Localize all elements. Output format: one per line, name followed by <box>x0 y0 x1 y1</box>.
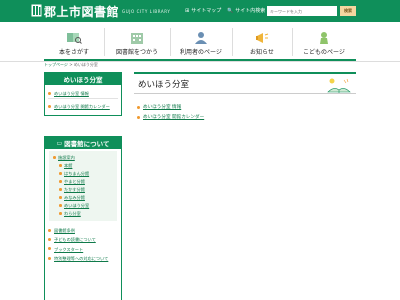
sidebar-link-branch-info[interactable]: めいほう分室 情報 <box>45 89 121 98</box>
bullet-icon <box>48 247 51 251</box>
bullet-icon <box>48 91 51 95</box>
bullet-icon <box>59 196 62 199</box>
sidebar-heading-about: ▭ 図書館について <box>45 137 121 149</box>
branch-link[interactable]: めいほう分室 <box>49 202 117 210</box>
branch-link[interactable]: わら分室 <box>49 210 117 218</box>
bullet-icon <box>48 238 51 242</box>
nav-item-user-page[interactable]: 利用者のページ <box>170 22 232 60</box>
branch-link[interactable]: やまと分館 <box>49 178 117 186</box>
bullet-icon <box>53 156 56 159</box>
nav-item-kids-page[interactable]: こどものページ <box>292 22 356 60</box>
sidebar-link-children-reading[interactable]: 子どもの読書について <box>45 235 121 244</box>
nav-item-use-library[interactable]: 図書館をつかう <box>104 22 170 60</box>
sidebar-heading: めいほう分室 <box>45 73 121 85</box>
book-search-icon <box>67 33 82 44</box>
bullet-icon <box>137 116 140 119</box>
nav-item-find-books[interactable]: 本をさがす <box>44 22 104 60</box>
branch-link[interactable]: はちまん分館 <box>49 170 117 178</box>
bullet-icon <box>59 180 62 183</box>
nav-accent-line <box>44 59 356 61</box>
site-search-label: 🔍 サイト内検索 <box>227 7 266 15</box>
main-nav: 本をさがす 図書館をつかう 利用者のページ お知らせ こどものページ <box>0 22 400 62</box>
search-input[interactable] <box>267 6 337 16</box>
reading-illustration-icon <box>327 78 351 93</box>
branch-link[interactable]: たかす分館 <box>49 186 117 194</box>
bullet-icon <box>59 172 62 175</box>
book-icon: ▭ <box>56 139 63 147</box>
bullet-icon <box>48 228 51 232</box>
search-icon: 🔍 <box>227 7 234 14</box>
bullet-icon <box>48 256 51 260</box>
sidebar-section-about: ▭ 図書館について 施設案内 本館 はちまん分館 やまと分館 たかす分館 みなみ… <box>44 136 122 300</box>
sidebar-section-branch: めいほう分室 めいほう分室 情報 めいほう分室 開館カレンダー <box>44 72 122 116</box>
megaphone-icon <box>256 33 269 43</box>
page-title: めいほう分室 <box>138 79 190 90</box>
breadcrumb-separator: > <box>69 62 73 67</box>
branch-link[interactable]: みなみ分館 <box>49 194 117 202</box>
sidebar-link-regulations[interactable]: 図書館条例 <box>45 226 121 235</box>
bullet-icon <box>59 204 62 207</box>
page-title-bar: めいほう分室 <box>134 72 356 94</box>
library-logo-icon <box>31 4 42 17</box>
bullet-icon <box>59 188 62 191</box>
nav-label: こどものページ <box>303 49 345 56</box>
branch-list: 施設案内 本館 はちまん分館 やまと分館 たかす分館 みなみ分館 めいほう分室 … <box>49 151 117 221</box>
site-title[interactable]: 郡上市図書館 <box>44 3 119 20</box>
sitemap-link[interactable]: ⊞ サイトマップ <box>185 7 222 15</box>
sitemap-icon: ⊞ <box>185 7 190 14</box>
main-link-branch-info[interactable]: めいほう分室 情報 <box>134 104 356 110</box>
sitemap-label: サイトマップ <box>191 8 222 14</box>
nav-item-news[interactable]: お知らせ <box>232 22 292 60</box>
bullet-icon <box>59 164 62 167</box>
bullet-icon <box>137 106 140 109</box>
child-icon <box>320 32 328 44</box>
site-search-text: サイト内検索 <box>235 8 266 14</box>
divider <box>48 98 118 100</box>
branch-link[interactable]: 本館 <box>49 162 117 170</box>
bullet-icon <box>59 212 62 215</box>
nav-label: 本をさがす <box>58 49 89 56</box>
site-subtitle: GUJO CITY LIBRARY <box>122 9 171 14</box>
bullet-icon <box>48 105 51 109</box>
top-header-bar: 郡上市図書館 GUJO CITY LIBRARY ⊞ サイトマップ 🔍 サイト内… <box>0 0 400 22</box>
nav-label: 利用者のページ <box>180 49 222 56</box>
search-button[interactable]: 検索 <box>340 6 356 16</box>
user-icon <box>195 32 207 44</box>
nav-label: 図書館をつかう <box>115 49 158 56</box>
sidebar-link-branch-calendar[interactable]: めいほう分室 開館カレンダー <box>45 102 121 111</box>
nav-label: お知らせ <box>250 49 274 56</box>
building-icon <box>131 33 143 44</box>
main-link-branch-calendar[interactable]: めいほう分室 開館カレンダー <box>134 114 356 120</box>
main-content: めいほう分室 めいほう分室 情報 めいほう分室 開館カレンダー <box>134 72 356 120</box>
facility-guide-link[interactable]: 施設案内 <box>49 154 117 162</box>
breadcrumb-home-link[interactable]: トップページ <box>44 62 68 67</box>
breadcrumb: トップページ > めいほう分室 <box>44 62 98 68</box>
breadcrumb-current: めいほう分室 <box>73 62 98 67</box>
sidebar-link-bookstart[interactable]: ブックスタート <box>45 245 121 254</box>
sidebar-link-special-arrangement[interactable]: 特別整理等への対応について <box>45 254 121 263</box>
